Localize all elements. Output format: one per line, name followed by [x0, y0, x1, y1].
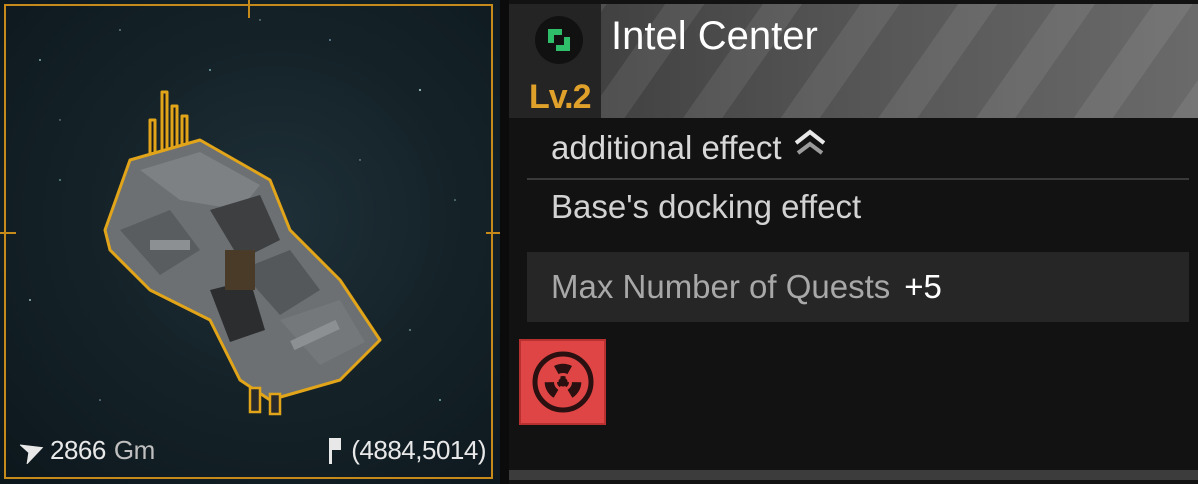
spaceship-image[interactable]: [90, 80, 390, 420]
distance-value: 2866: [50, 435, 106, 465]
effect-name: Max Number of Quests: [551, 268, 891, 305]
effect-row: Max Number of Quests +5: [527, 252, 1189, 322]
radiation-button[interactable]: [519, 339, 606, 425]
header-badge-area: Lv.2: [509, 4, 601, 118]
coordinates-readout: (4884,5014): [327, 435, 486, 466]
space-viewport[interactable]: 2866 Gm (4884,5014): [0, 0, 500, 484]
building-title: Intel Center: [611, 14, 818, 58]
building-type-icon: [535, 16, 583, 64]
building-header: Lv.2 Intel Center: [509, 4, 1198, 118]
map-pin-icon: [329, 437, 342, 464]
direction-arrow-icon: [20, 443, 44, 464]
effect-value: +5: [904, 268, 942, 305]
radiation-icon: [532, 351, 593, 413]
distance-unit: Gm: [113, 435, 155, 465]
panel-bottom-bar: [509, 470, 1198, 480]
building-info-panel: Lv.2 Intel Center additional effect Base…: [509, 0, 1198, 484]
additional-effect-toggle[interactable]: additional effect: [527, 118, 1189, 180]
coordinates-value: (4884,5014): [351, 435, 486, 465]
frame-tick-right: [486, 232, 500, 234]
double-chevron-up-icon: [794, 129, 825, 155]
game-screen: 2866 Gm (4884,5014) Lv.2 Intel Center ad…: [0, 0, 1198, 484]
distance-readout: 2866 Gm: [20, 435, 155, 466]
additional-effect-label: additional effect: [551, 129, 782, 166]
docking-effect-heading: Base's docking effect: [551, 188, 862, 225]
frame-tick-top: [248, 0, 250, 18]
frame-tick-left: [0, 232, 16, 234]
green-square-icon: [548, 29, 570, 51]
building-level: Lv.2: [529, 78, 592, 116]
